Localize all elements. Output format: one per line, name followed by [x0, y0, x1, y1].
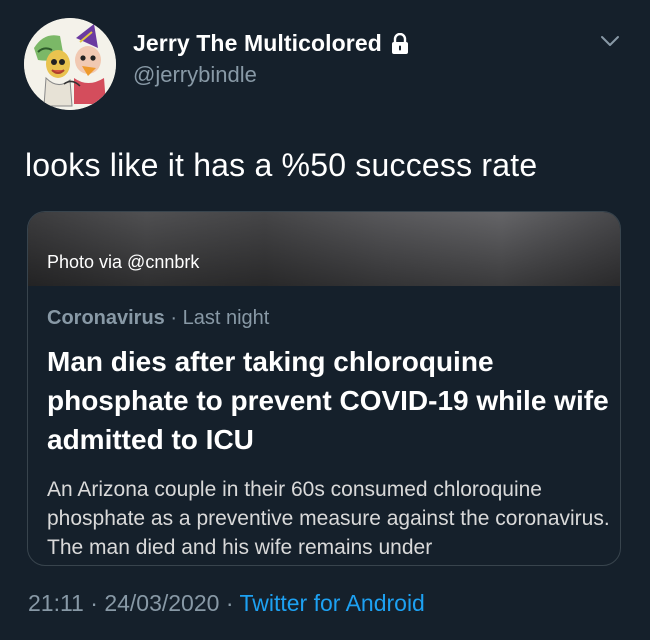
- tweet-date: 24/03/2020: [104, 590, 220, 616]
- tweet-text: looks like it has a %50 success rate: [25, 147, 538, 183]
- lock-icon: [390, 32, 410, 55]
- card-image-shade: [28, 212, 620, 286]
- name-row: Jerry The Multicolored: [133, 30, 410, 57]
- tweet-source-link[interactable]: Twitter for Android: [239, 590, 424, 616]
- footer-separator: ·: [90, 590, 98, 616]
- card-time: Last night: [182, 307, 270, 329]
- card-summary: An Arizona couple in their 60s consumed …: [47, 478, 610, 555]
- card-category: Coronavirus: [47, 307, 165, 329]
- card-image: Photo via @cnnbrk: [28, 212, 620, 286]
- card-headline: Man dies after taking chloroquine phosph…: [47, 346, 609, 455]
- link-card[interactable]: Photo via @cnnbrk Coronavirus · Last nig…: [27, 211, 621, 566]
- user-handle[interactable]: @jerrybindle: [133, 62, 257, 88]
- photo-credit: Photo via @cnnbrk: [47, 252, 200, 272]
- tweet: Jerry The Multicolored @jerrybindle look…: [0, 0, 650, 640]
- tweet-footer: 21:11 · 24/03/2020 · Twitter for Android: [28, 590, 425, 617]
- chevron-down-icon[interactable]: [600, 34, 620, 48]
- card-meta: Coronavirus · Last night: [47, 307, 269, 330]
- meta-separator: ·: [170, 307, 178, 329]
- footer-separator: ·: [225, 590, 234, 616]
- avatar[interactable]: [24, 18, 116, 110]
- display-name[interactable]: Jerry The Multicolored: [133, 30, 382, 57]
- avatar-illustration-icon: [24, 18, 116, 110]
- tweet-time: 21:11: [28, 590, 84, 616]
